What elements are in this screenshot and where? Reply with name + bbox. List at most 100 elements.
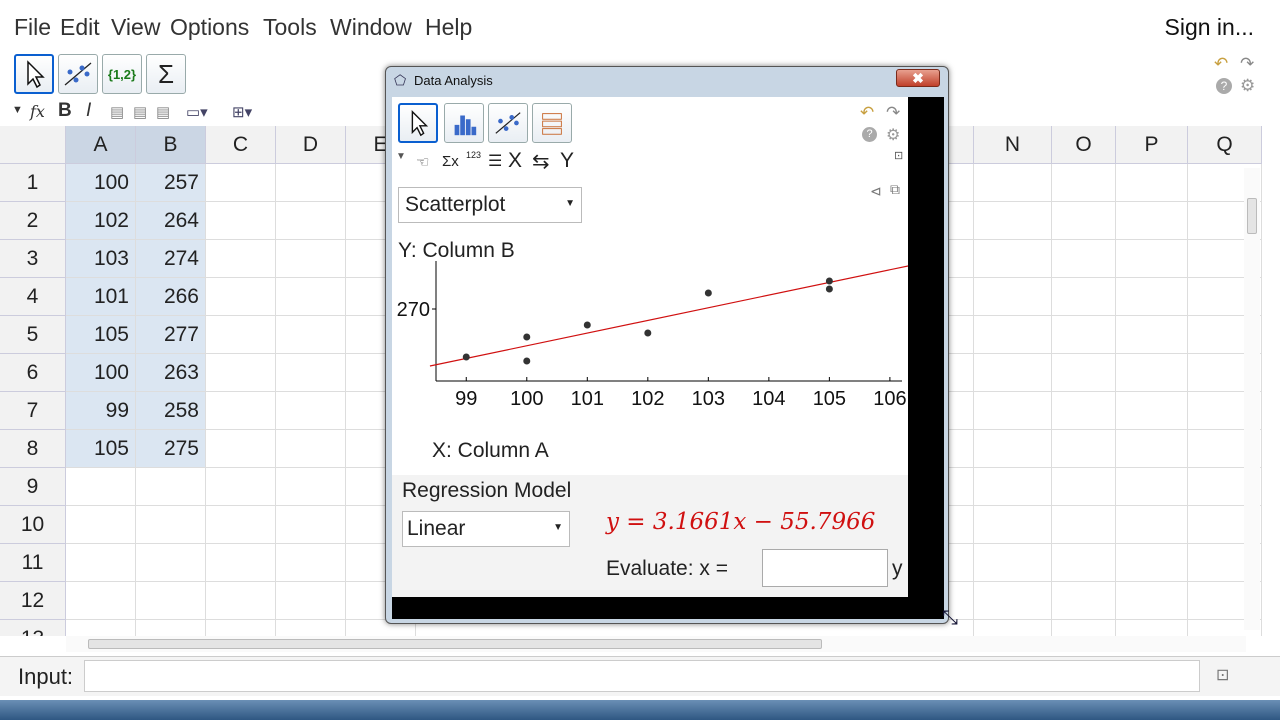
menu-view[interactable]: View (111, 14, 160, 41)
dialog-redo-icon[interactable]: ↷ (886, 103, 900, 123)
table-cell[interactable]: 258 (136, 392, 206, 430)
table-cell[interactable] (66, 506, 136, 544)
table-cell[interactable]: 103 (66, 240, 136, 278)
table-cell[interactable] (206, 164, 276, 202)
row-header[interactable]: 10 (0, 506, 66, 544)
table-cell[interactable]: 101 (66, 278, 136, 316)
table-cell[interactable] (1116, 506, 1188, 544)
row-header[interactable]: 9 (0, 468, 66, 506)
table-cell[interactable] (66, 582, 136, 620)
row-header[interactable]: 2 (0, 202, 66, 240)
table-cell[interactable] (206, 582, 276, 620)
table-cell[interactable] (974, 430, 1052, 468)
menu-help[interactable]: Help (425, 14, 472, 41)
row-header[interactable]: 3 (0, 240, 66, 278)
table-cell[interactable]: 277 (136, 316, 206, 354)
row-header[interactable]: 8 (0, 430, 66, 468)
table-cell[interactable]: 100 (66, 354, 136, 392)
table-cell[interactable] (974, 202, 1052, 240)
create-list-button[interactable]: {1,2} (102, 54, 142, 94)
row-header[interactable]: 1 (0, 164, 66, 202)
dialog-close-button[interactable]: ✖ (896, 69, 940, 87)
border-icon[interactable]: ⊞▾ (232, 103, 252, 121)
table-cell[interactable] (206, 620, 276, 636)
dropdown-arrow-icon[interactable]: ▼ (12, 104, 23, 116)
table-cell[interactable] (974, 544, 1052, 582)
row-header[interactable]: 7 (0, 392, 66, 430)
table-cell[interactable]: 274 (136, 240, 206, 278)
table-cell[interactable] (1116, 544, 1188, 582)
table-cell[interactable] (974, 240, 1052, 278)
table-cell[interactable]: 257 (136, 164, 206, 202)
dialog-help-icon[interactable]: ? (862, 127, 877, 142)
dialog-settings-icon[interactable]: ⚙ (886, 125, 900, 145)
table-cell[interactable] (1052, 354, 1116, 392)
table-cell[interactable] (276, 582, 346, 620)
settings-gear-icon[interactable]: ⚙ (1240, 76, 1255, 96)
table-cell[interactable] (1116, 316, 1188, 354)
table-cell[interactable] (136, 506, 206, 544)
table-cell[interactable] (974, 468, 1052, 506)
dialog-move-tool-button[interactable] (398, 103, 438, 143)
input-help-icon[interactable]: ⊡ (1216, 665, 1229, 685)
data-source-button[interactable]: 123 (466, 151, 481, 160)
column-header-q[interactable]: Q (1188, 126, 1262, 164)
table-cell[interactable] (276, 392, 346, 430)
sum-button[interactable]: Σ (146, 54, 186, 94)
column-header-c[interactable]: C (206, 126, 276, 164)
two-variable-analysis-button[interactable] (488, 103, 528, 143)
table-cell[interactable] (974, 354, 1052, 392)
row-header[interactable]: 12 (0, 582, 66, 620)
background-color-icon[interactable]: ▭▾ (186, 103, 208, 121)
horizontal-scrollbar[interactable] (66, 636, 1246, 652)
table-cell[interactable] (1116, 354, 1188, 392)
table-cell[interactable] (276, 240, 346, 278)
data-view-icon[interactable]: ☰ (488, 151, 502, 171)
table-cell[interactable] (66, 544, 136, 582)
table-cell[interactable] (1052, 240, 1116, 278)
column-header-d[interactable]: D (276, 126, 346, 164)
row-header[interactable]: 4 (0, 278, 66, 316)
table-cell[interactable] (974, 316, 1052, 354)
align-left-icon[interactable]: ▤ (110, 103, 124, 121)
table-cell[interactable] (1052, 316, 1116, 354)
table-cell[interactable] (1116, 278, 1188, 316)
table-cell[interactable]: 105 (66, 316, 136, 354)
table-cell[interactable]: 102 (66, 202, 136, 240)
table-cell[interactable] (1052, 544, 1116, 582)
table-cell[interactable]: 263 (136, 354, 206, 392)
two-variable-tool-button[interactable] (58, 54, 98, 94)
table-cell[interactable]: 100 (66, 164, 136, 202)
table-cell[interactable] (206, 202, 276, 240)
column-header-p[interactable]: P (1116, 126, 1188, 164)
table-cell[interactable] (206, 544, 276, 582)
table-cell[interactable] (1116, 430, 1188, 468)
redo-icon[interactable]: ↷ (1240, 54, 1254, 74)
table-cell[interactable] (974, 278, 1052, 316)
table-cell[interactable] (1116, 392, 1188, 430)
italic-button[interactable]: I (86, 100, 91, 122)
export-plot-icon[interactable]: ⧉ (890, 181, 900, 198)
table-cell[interactable] (136, 582, 206, 620)
table-cell[interactable] (974, 392, 1052, 430)
sign-in-link[interactable]: Sign in... (1165, 14, 1255, 41)
input-field[interactable] (84, 660, 1200, 692)
horizontal-scroll-thumb[interactable] (88, 639, 822, 649)
table-cell[interactable] (206, 430, 276, 468)
menu-edit[interactable]: Edit (60, 14, 100, 41)
table-cell[interactable] (276, 202, 346, 240)
table-cell[interactable] (1116, 202, 1188, 240)
table-cell[interactable] (1052, 430, 1116, 468)
table-cell[interactable] (1116, 240, 1188, 278)
table-cell[interactable] (136, 468, 206, 506)
move-tool-button[interactable] (14, 54, 54, 94)
evaluate-x-input[interactable] (762, 549, 888, 587)
table-cell[interactable] (276, 316, 346, 354)
menu-tools[interactable]: Tools (263, 14, 317, 41)
table-cell[interactable] (1052, 202, 1116, 240)
table-cell[interactable] (206, 506, 276, 544)
table-cell[interactable] (1052, 620, 1116, 636)
table-cell[interactable]: 105 (66, 430, 136, 468)
table-cell[interactable] (66, 620, 136, 636)
row-header[interactable]: 6 (0, 354, 66, 392)
